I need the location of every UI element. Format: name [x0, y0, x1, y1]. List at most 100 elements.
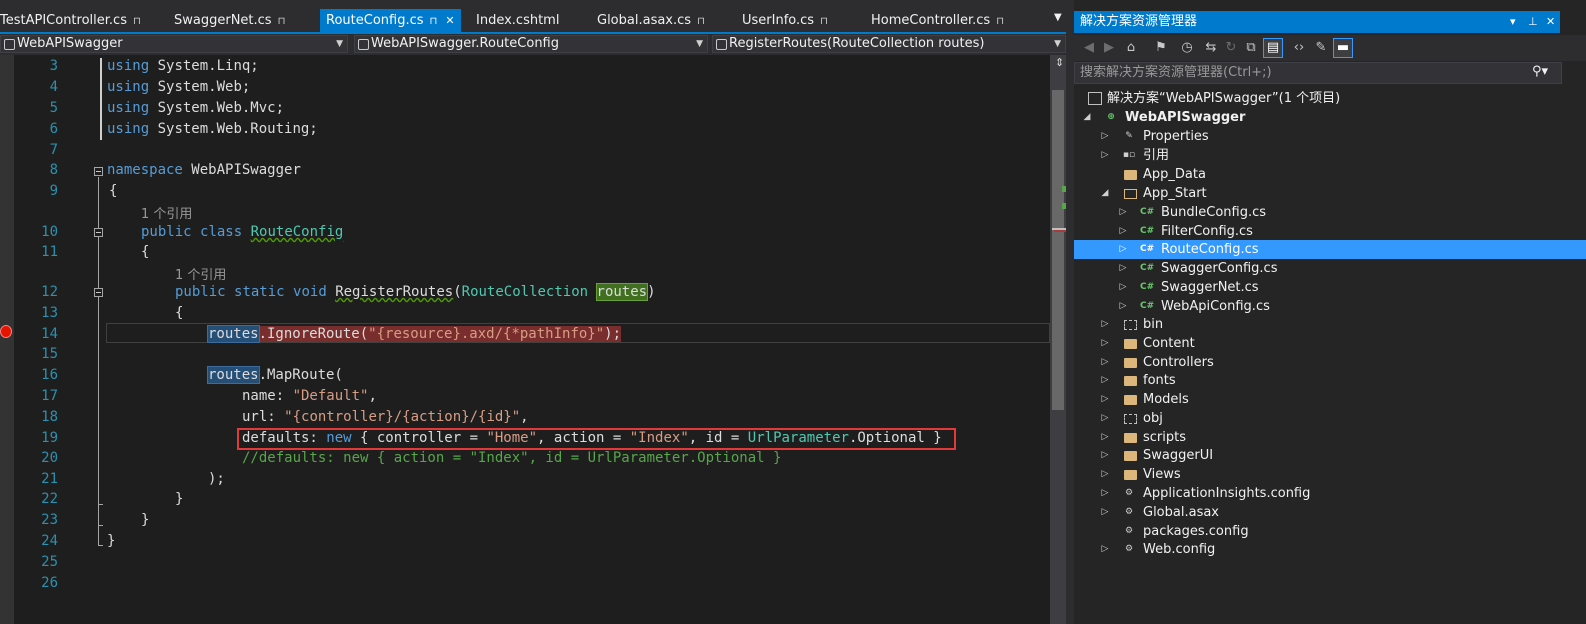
tab-swaggernet[interactable]: SwaggerNet.cs ⊓	[174, 9, 285, 32]
properties-wrench-icon[interactable]: ✎	[1312, 39, 1330, 57]
tab-index-cshtml[interactable]: Index.cshtml	[476, 9, 559, 32]
collapsed-arrow-icon[interactable]: ▷	[1100, 315, 1110, 334]
pin-icon[interactable]: ⊥	[1528, 11, 1538, 33]
tree-item-web-config[interactable]: ▷ ⚙ Web.config	[1074, 540, 1586, 559]
tree-item-bin[interactable]: ▷ bin	[1074, 315, 1586, 334]
solution-explorer-search-input[interactable]: 搜索解决方案资源管理器(Ctrl+;)	[1074, 62, 1562, 84]
sync-with-document-icon[interactable]: ⇆	[1202, 39, 1220, 57]
collapsed-arrow-icon[interactable]: ▷	[1100, 503, 1110, 522]
tree-item-packages-config[interactable]: ⚙ packages.config	[1074, 522, 1586, 541]
collapsed-arrow-icon[interactable]: ▷	[1118, 297, 1128, 316]
pin-icon[interactable]: ⊓	[278, 16, 286, 27]
collapsed-arrow-icon[interactable]: ▷	[1100, 146, 1110, 165]
panel-splitter[interactable]	[1066, 0, 1074, 624]
back-icon[interactable]: ◀	[1080, 39, 1098, 57]
forward-icon[interactable]: ▶	[1100, 39, 1118, 57]
collapsed-arrow-icon[interactable]: ▷	[1100, 428, 1110, 447]
collapse-all-icon[interactable]: ⧉	[1242, 39, 1260, 57]
scrollbar-thumb[interactable]	[1052, 90, 1064, 410]
tab-overflow-icon[interactable]: ▼	[1054, 12, 1062, 23]
collapsed-arrow-icon[interactable]: ▷	[1100, 371, 1110, 390]
tree-item-swaggerconfig[interactable]: ▷ C# SwaggerConfig.cs	[1074, 259, 1586, 278]
tab-userinfo[interactable]: UserInfo.cs ⊓	[742, 9, 828, 32]
tree-item-views[interactable]: ▷ Views	[1074, 465, 1586, 484]
tree-item-bundleconfig[interactable]: ▷ C# BundleConfig.cs	[1074, 203, 1586, 222]
tree-item-app-data[interactable]: App_Data	[1074, 165, 1586, 184]
pin-icon[interactable]: ⊓	[820, 16, 828, 27]
tree-item-obj[interactable]: ▷ obj	[1074, 409, 1586, 428]
tree-item-swaggerui[interactable]: ▷ SwaggerUI	[1074, 446, 1586, 465]
tree-item-swaggernet[interactable]: ▷ C# SwaggerNet.cs	[1074, 278, 1586, 297]
method-name[interactable]: RegisterRoutes	[335, 284, 453, 300]
tree-item-global-asax[interactable]: ▷ ⚙ Global.asax	[1074, 503, 1586, 522]
tab-global-asax[interactable]: Global.asax.cs ⊓	[597, 9, 705, 32]
collapsed-arrow-icon[interactable]: ▷	[1100, 446, 1110, 465]
pin-icon[interactable]: ⊓	[430, 16, 438, 27]
window-position-icon[interactable]: ▾	[1510, 11, 1516, 33]
glyph-margin[interactable]	[0, 55, 14, 624]
collapsed-arrow-icon[interactable]: ▷	[1100, 127, 1110, 146]
tree-item-applicationinsights-config[interactable]: ▷ ⚙ ApplicationInsights.config	[1074, 484, 1586, 503]
collapsed-arrow-icon[interactable]: ▷	[1118, 222, 1128, 241]
close-icon[interactable]: ✕	[445, 14, 454, 27]
codelens-references[interactable]: 1 个引用	[141, 203, 192, 222]
expanded-arrow-icon[interactable]: ◢	[1082, 108, 1092, 127]
tab-routeconfig[interactable]: RouteConfig.cs ⊓ ✕	[320, 9, 461, 32]
solution-icon	[1088, 92, 1102, 105]
class-name[interactable]: RouteConfig	[251, 224, 344, 240]
tree-item-fonts[interactable]: ▷ fonts	[1074, 371, 1586, 390]
project-dropdown[interactable]: WebAPISwagger ▼	[0, 35, 348, 53]
tree-item-routeconfig[interactable]: ▷ C# RouteConfig.cs	[1074, 240, 1586, 259]
collapse-method-icon[interactable]	[94, 288, 103, 297]
pin-icon[interactable]: ⊓	[697, 16, 705, 27]
tab-homecontroller[interactable]: HomeController.cs ⊓	[871, 9, 1004, 32]
tab-testapicontroller[interactable]: TestAPIController.cs ⊓	[0, 9, 141, 32]
pin-icon[interactable]: ⊓	[996, 16, 1004, 27]
collapse-namespace-icon[interactable]	[94, 167, 103, 176]
namespace-ref: System.Web.Routing;	[157, 121, 318, 137]
refresh-icon[interactable]: ↻	[1222, 39, 1240, 57]
tree-item-models[interactable]: ▷ Models	[1074, 390, 1586, 409]
codelens-references[interactable]: 1 个引用	[175, 264, 226, 283]
collapsed-arrow-icon[interactable]: ▷	[1100, 390, 1110, 409]
collapsed-arrow-icon[interactable]: ▷	[1100, 484, 1110, 503]
close-icon[interactable]: ✕	[1546, 11, 1555, 33]
type-dropdown[interactable]: WebAPISwagger.RouteConfig ▼	[354, 35, 708, 53]
split-window-icon[interactable]: ⇕	[1055, 56, 1064, 69]
collapsed-arrow-icon[interactable]: ▷	[1118, 278, 1128, 297]
collapsed-arrow-icon[interactable]: ▷	[1118, 240, 1128, 259]
collapsed-arrow-icon[interactable]: ▷	[1118, 259, 1128, 278]
tree-item-app-start[interactable]: ◢ App_Start	[1074, 184, 1586, 203]
expanded-arrow-icon[interactable]: ◢	[1100, 184, 1110, 203]
reference-highlight[interactable]: routes	[207, 366, 260, 384]
collapsed-arrow-icon[interactable]: ▷	[1100, 353, 1110, 372]
tree-item-scripts[interactable]: ▷ scripts	[1074, 428, 1586, 447]
collapsed-arrow-icon[interactable]: ▷	[1100, 540, 1110, 559]
collapsed-arrow-icon[interactable]: ▷	[1100, 465, 1110, 484]
reference-highlight[interactable]: routes	[207, 325, 260, 343]
tree-item-content[interactable]: ▷ Content	[1074, 334, 1586, 353]
home-icon[interactable]: ⌂	[1122, 39, 1140, 57]
line-number: 21	[41, 471, 58, 487]
collapsed-arrow-icon[interactable]: ▷	[1100, 409, 1110, 428]
collapsed-arrow-icon[interactable]: ▷	[1118, 203, 1128, 222]
search-icon[interactable]: ⚲▾	[1532, 64, 1548, 79]
tree-item-project[interactable]: ◢ ⊕ WebAPISwagger	[1074, 108, 1586, 127]
tree-item-properties[interactable]: ▷ ✎ Properties	[1074, 127, 1586, 146]
collapse-class-icon[interactable]	[94, 228, 103, 237]
pin-icon[interactable]: ⊓	[133, 16, 141, 27]
member-dropdown[interactable]: RegisterRoutes(RouteCollection routes) ▼	[712, 35, 1066, 53]
breakpoint-icon[interactable]	[0, 325, 12, 338]
tree-item-filterconfig[interactable]: ▷ C# FilterConfig.cs	[1074, 222, 1586, 241]
tree-item-solution[interactable]: 解决方案“WebAPISwagger”(1 个项目)	[1074, 89, 1586, 108]
show-all-files-icon[interactable]: ▤	[1263, 38, 1283, 58]
history-icon[interactable]: ◷	[1178, 39, 1196, 57]
tree-item-references[interactable]: ▷ ▪▫ 引用	[1074, 146, 1586, 165]
pending-changes-filter-icon[interactable]: ⚑	[1152, 39, 1170, 57]
tree-item-controllers[interactable]: ▷ Controllers	[1074, 353, 1586, 372]
view-code-icon[interactable]: ‹›	[1290, 39, 1308, 57]
collapsed-arrow-icon[interactable]: ▷	[1100, 334, 1110, 353]
preview-selected-icon[interactable]: ▬	[1333, 38, 1353, 58]
tree-item-webapiconfig[interactable]: ▷ C# WebApiConfig.cs	[1074, 297, 1586, 316]
parameter-name[interactable]: routes	[595, 283, 649, 301]
